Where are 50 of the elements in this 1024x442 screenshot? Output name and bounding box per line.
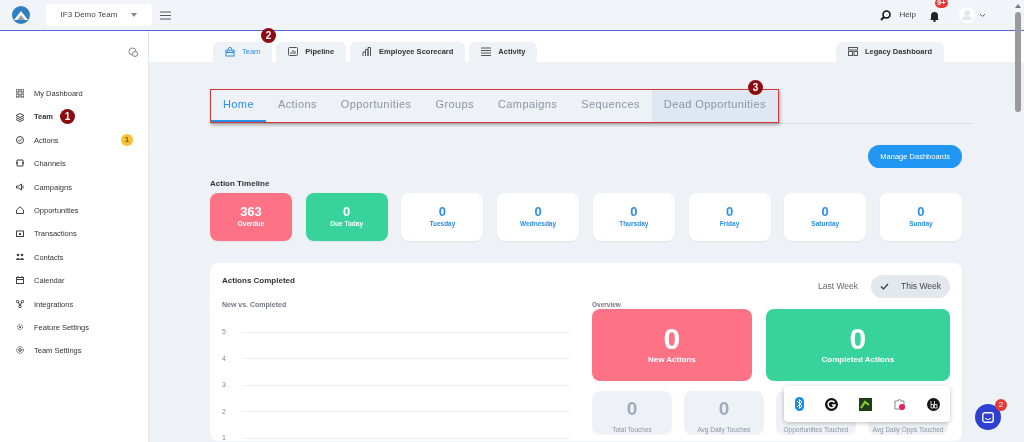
menu-icon[interactable]: [160, 11, 171, 21]
bluetooth-icon[interactable]: [794, 397, 804, 411]
bb-logo-icon[interactable]: [926, 397, 940, 411]
card-value: 0: [917, 204, 925, 218]
card-value: 0: [663, 324, 681, 355]
megaphone-icon: [16, 182, 24, 192]
house-icon: [16, 206, 24, 216]
help-link[interactable]: Help: [899, 9, 916, 21]
team-icon: [225, 47, 235, 57]
card-label: Completed Actions: [821, 354, 895, 367]
chat-button[interactable]: [975, 404, 1001, 430]
monitor-icon: [16, 229, 24, 239]
check-circle-icon: [16, 135, 24, 145]
bar-chart-icon: [288, 47, 299, 57]
layout-icon: [847, 47, 858, 57]
count-badge: 1: [121, 134, 133, 147]
g-logo-icon[interactable]: [824, 397, 838, 411]
chat-badge: 2: [995, 399, 1007, 411]
people-icon: [16, 252, 24, 262]
card-value: 0: [821, 204, 829, 218]
caret-icon: [131, 13, 138, 17]
scrollbar[interactable]: [1014, 2, 1022, 112]
mountain-logo-icon: [12, 6, 30, 24]
grid-icon: [16, 89, 24, 99]
card-value: 0: [849, 324, 867, 355]
card-value: 0: [438, 204, 446, 218]
panel-title: Actions Completed: [222, 274, 295, 287]
search-icon[interactable]: [879, 9, 891, 21]
annotation-marker: 1: [60, 109, 75, 125]
chevron-down-icon: [979, 12, 986, 18]
layers-icon: [16, 112, 24, 122]
card-value: 0: [630, 204, 638, 218]
check-icon: [880, 283, 889, 290]
section-title: Action Timeline: [210, 177, 271, 190]
card-value: 0: [718, 399, 730, 422]
list-icon: [481, 47, 492, 57]
team-select[interactable]: IF3 Demo Team: [46, 4, 152, 26]
card-value: 0: [343, 204, 351, 218]
card-value: 0: [534, 204, 542, 218]
card-value: 363: [240, 204, 262, 218]
bar-chart-icon: [362, 47, 373, 57]
card-value: 0: [725, 204, 734, 218]
range-toggle[interactable]: Last Week: [809, 274, 867, 298]
card-label: New Actions: [647, 354, 696, 367]
chat-icon: [982, 411, 994, 423]
range-toggle[interactable]: This Week: [871, 274, 950, 298]
card-value: 0: [626, 399, 638, 422]
nodes-icon: [16, 299, 24, 309]
bell-icon[interactable]: [929, 9, 940, 22]
calendar-icon: [16, 276, 24, 286]
